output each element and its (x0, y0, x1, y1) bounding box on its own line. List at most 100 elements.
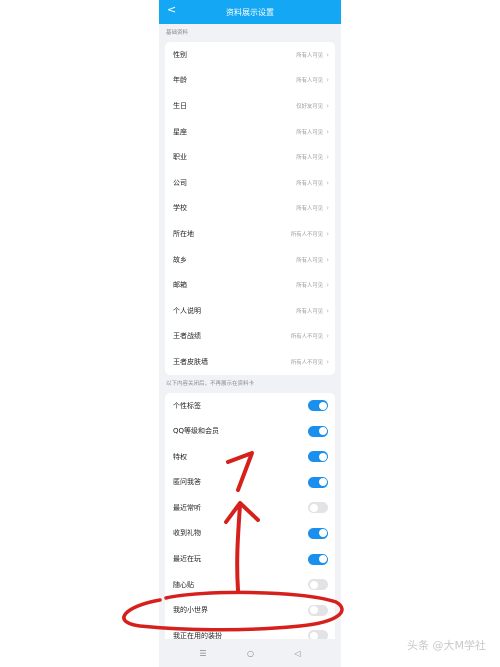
list-item[interactable]: 所在地 所有人不可见 › (165, 221, 335, 247)
toggle-knob (309, 606, 318, 615)
phone-screen: < 资料展示设置 基础资料 性别 所有人可见 › 年龄 所有人可见 › 生日 仅好友可见 ›… (159, 0, 341, 667)
toggle-knob (309, 503, 318, 512)
chevron-right-icon: › (326, 127, 329, 136)
visibility-value: 所有人可见 (296, 155, 324, 162)
visibility-value: 仅好友可见 (296, 103, 324, 110)
list-item[interactable]: 公司 所有人可见 › (165, 170, 335, 196)
toggle-knob (318, 529, 327, 538)
toggle-switch[interactable] (308, 604, 328, 616)
item-label: 随心贴 (173, 580, 194, 589)
chevron-right-icon: › (326, 281, 329, 290)
list-item[interactable]: 个人说明 所有人可见 › (165, 298, 335, 324)
visibility-value: 所有人可见 (296, 308, 324, 315)
item-label: 星座 (173, 127, 187, 136)
toggle-knob (318, 555, 327, 564)
list-item[interactable]: 年龄 所有人可见 › (165, 68, 335, 94)
item-label: 最近在玩 (173, 555, 201, 564)
item-label: 生日 (173, 101, 187, 110)
toggle-switch[interactable] (308, 425, 328, 437)
item-label: 职业 (173, 153, 187, 162)
item-label: 王者皮肤墙 (173, 357, 208, 366)
toggle-switch[interactable] (308, 527, 328, 539)
item-label: 王者战绩 (173, 332, 201, 341)
toggle-item: 个性标签 (165, 393, 335, 419)
back-icon[interactable]: < (167, 3, 176, 16)
toggle-item: 我的小世界 (165, 597, 335, 623)
visibility-value: 所有人可见 (296, 283, 324, 290)
toggle-item: 随心贴 (165, 572, 335, 598)
item-label: 特权 (173, 452, 187, 461)
chevron-right-icon: › (326, 50, 329, 59)
toggle-switch[interactable] (308, 502, 328, 514)
toggle-item: QQ等级和会员 (165, 418, 335, 444)
item-label: 公司 (173, 178, 187, 187)
visibility-value: 所有人可见 (296, 180, 324, 187)
page-title: 资料展示设置 (226, 7, 274, 17)
list-item[interactable]: 故乡 所有人可见 › (165, 247, 335, 273)
toggle-item: 匿问我答 (165, 470, 335, 496)
system-nav-bar: ☰ ○ ◁ (159, 639, 341, 667)
list-item[interactable]: 星座 所有人可见 › (165, 119, 335, 145)
chevron-right-icon: › (326, 76, 329, 85)
chevron-right-icon: › (326, 255, 329, 264)
item-label: 所在地 (173, 229, 194, 238)
item-label: 性别 (173, 50, 187, 59)
item-label: 个性标签 (173, 401, 201, 410)
item-label: 年龄 (173, 76, 187, 85)
toggle-knob (318, 427, 327, 436)
display-toggles-card: 个性标签 QQ等级和会员 特权 匿问我答 最近常听 收到礼物 最近在玩 随心贴 … (165, 392, 335, 649)
item-label: 我的小世界 (173, 606, 208, 615)
list-item[interactable]: 生日 仅好友可见 › (165, 93, 335, 119)
toggle-switch[interactable] (308, 451, 328, 463)
visibility-value: 所有人不可见 (290, 231, 324, 238)
visibility-value: 所有人不可见 (290, 359, 324, 366)
list-item[interactable]: 王者战绩 所有人不可见 › (165, 324, 335, 350)
toggle-item: 特权 (165, 444, 335, 470)
chevron-right-icon: › (326, 357, 329, 366)
chevron-right-icon: › (326, 306, 329, 315)
visibility-value: 所有人可见 (296, 257, 324, 264)
toggle-item: 最近在玩 (165, 546, 335, 572)
visibility-value: 所有人可见 (296, 129, 324, 136)
header-bar: < 资料展示设置 (159, 0, 341, 24)
menu-icon[interactable]: ☰ (199, 649, 206, 658)
nav-back-icon[interactable]: ◁ (294, 649, 300, 658)
section-label-basic: 基础资料 (166, 30, 189, 36)
visibility-value: 所有人可见 (296, 78, 324, 85)
watermark: 头条 @大M学社 (407, 639, 486, 652)
list-item[interactable]: 学校 所有人可见 › (165, 196, 335, 222)
item-label: QQ等级和会员 (173, 427, 220, 436)
toggle-knob (309, 580, 318, 589)
toggle-switch[interactable] (308, 400, 328, 412)
item-label: 故乡 (173, 255, 187, 264)
list-item[interactable]: 性别 所有人可见 › (165, 42, 335, 68)
item-label: 收到礼物 (173, 529, 201, 538)
list-item[interactable]: 王者皮肤墙 所有人不可见 › (165, 349, 335, 375)
toggle-switch[interactable] (308, 553, 328, 565)
chevron-right-icon: › (326, 229, 329, 238)
visibility-value: 所有人可见 (296, 206, 324, 213)
list-item[interactable]: 邮箱 所有人可见 › (165, 272, 335, 298)
chevron-right-icon: › (326, 178, 329, 187)
item-label: 邮箱 (173, 281, 187, 290)
item-label: 最近常听 (173, 503, 201, 512)
home-icon[interactable]: ○ (247, 649, 254, 658)
toggle-knob (318, 452, 327, 461)
toggle-switch[interactable] (308, 476, 328, 488)
chevron-right-icon: › (326, 153, 329, 162)
chevron-right-icon: › (326, 332, 329, 341)
toggle-knob (318, 478, 327, 487)
section-label-display: 以下内容关闭后，不再展示在资料卡 (166, 380, 255, 387)
item-label: 学校 (173, 204, 187, 213)
toggle-item: 收到礼物 (165, 521, 335, 547)
toggle-item: 最近常听 (165, 495, 335, 521)
chevron-right-icon: › (326, 101, 329, 110)
item-label: 匿问我答 (173, 478, 201, 487)
visibility-value: 所有人不可见 (290, 334, 324, 341)
toggle-knob (318, 401, 327, 410)
toggle-switch[interactable] (308, 579, 328, 591)
item-label: 个人说明 (173, 306, 201, 315)
list-item[interactable]: 职业 所有人可见 › (165, 144, 335, 170)
basic-info-card: 性别 所有人可见 › 年龄 所有人可见 › 生日 仅好友可见 › 星座 所有人可见 › 职业 所有… (165, 42, 335, 375)
chevron-right-icon: › (326, 204, 329, 213)
